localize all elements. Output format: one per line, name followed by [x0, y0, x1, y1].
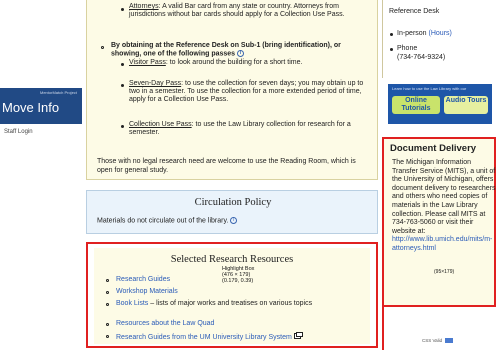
resource-um-library-guides-item: Research Guides from the UM University L…: [116, 332, 303, 342]
staff-login-link[interactable]: Staff Login: [4, 129, 33, 135]
attorneys-item: Attorneys: A valid Bar card from any sta…: [129, 3, 369, 19]
reading-room-note: Those with no legal research need are we…: [97, 158, 356, 174]
list-bullet: [121, 125, 124, 128]
research-resources-highlight: Selected Research Resources Research Gui…: [86, 242, 378, 348]
resource-um-library-guides[interactable]: Research Guides from the UM University L…: [116, 334, 292, 341]
list-bullet: [106, 335, 109, 338]
reference-desk-box: Reference Desk In-person (Hours) Phone (…: [382, 0, 496, 78]
circulation-title: Circulation Policy: [194, 197, 272, 208]
list-bullet: [106, 291, 109, 294]
circulation-text: Materials do not circulate out of the li…: [97, 217, 229, 225]
list-bullet: [101, 46, 104, 49]
attorneys-text: : A valid Bar card from any state or cou…: [129, 3, 345, 19]
banner-text: Move Info: [2, 100, 60, 115]
resource-book-lists-item: Book Lists – lists of major works and tr…: [116, 300, 368, 308]
badge-icon: [445, 338, 454, 344]
info-icon[interactable]: i: [237, 50, 245, 58]
obtain-text: By obtaining at the Reference Desk on Su…: [111, 42, 341, 58]
list-bullet: [121, 84, 124, 87]
highlight-position: (0.179, 0.39): [222, 278, 254, 284]
online-tutorials-button[interactable]: Online Tutorials: [392, 96, 440, 114]
collection-pass-link[interactable]: Collection Use Pass: [129, 121, 192, 128]
mits-website-link[interactable]: http://www.lib.umich.edu/mits/m-attorney…: [392, 236, 492, 252]
highlight-border-segment: [382, 307, 384, 350]
list-bullet: [390, 48, 393, 51]
obtain-item: By obtaining at the Reference Desk on Su…: [111, 42, 373, 59]
phone-row: Phone (734-764-9324): [397, 45, 445, 62]
phone-label: Phone: [397, 45, 418, 52]
list-bullet: [106, 323, 109, 326]
reference-title: Reference Desk: [389, 8, 440, 15]
footer-text: CSS Valid: [422, 338, 443, 343]
footer-badge: CSS Valid: [422, 338, 454, 344]
visitor-pass-item: Visitor Pass: to look around the buildin…: [129, 59, 369, 67]
main-column: Attorneys: A valid Bar card from any sta…: [86, 0, 378, 350]
move-info-banner[interactable]: MentorMatch Project Move Info: [0, 88, 82, 124]
resource-law-quad[interactable]: Resources about the Law Quad: [116, 320, 214, 328]
right-column: Reference Desk In-person (Hours) Phone (…: [382, 0, 496, 350]
banner-caption: Learn how to use the Law Library with ou…: [392, 86, 467, 91]
list-bullet: [121, 63, 124, 66]
document-delivery-title: Document Delivery: [390, 143, 477, 154]
circulation-text-row: Materials do not circulate out of the li…: [97, 217, 238, 225]
circulation-policy-box: Circulation Policy Materials do not circ…: [86, 190, 378, 234]
list-bullet: [390, 33, 393, 36]
seven-day-pass-item: Seven-Day Pass: to use the collection fo…: [129, 80, 369, 105]
hours-link[interactable]: (Hours): [429, 30, 452, 37]
list-bullet: [106, 303, 109, 306]
visitor-pass-link[interactable]: Visitor Pass: [129, 59, 166, 66]
left-column: MentorMatch Project Move Info Staff Logi…: [0, 0, 82, 350]
list-bullet: [121, 8, 124, 11]
delivery-text: The Michigan Information Transfer Servic…: [392, 159, 496, 235]
resources-title: Selected Research Resources: [170, 254, 294, 265]
resource-research-guides[interactable]: Research Guides: [116, 276, 170, 284]
highlight-box-annotation: Highlight Box (476 × 179) (0.179, 0.39): [222, 266, 254, 284]
info-icon[interactable]: i: [230, 217, 238, 224]
seven-day-pass-link[interactable]: Seven-Day Pass: [129, 80, 181, 87]
external-window-icon[interactable]: [293, 332, 303, 342]
phone-number: (734-764-9324): [397, 53, 446, 61]
banner-small-text: MentorMatch Project: [40, 90, 77, 95]
in-person-row: In-person (Hours): [397, 30, 452, 37]
in-person-label: In-person: [397, 30, 427, 37]
document-delivery-body: The Michigan Information Transfer Servic…: [392, 159, 496, 254]
book-lists-description: – lists of major works and treatises on …: [148, 300, 313, 307]
document-delivery-highlight: Document Delivery The Michigan Informati…: [382, 137, 496, 307]
attorneys-link[interactable]: Attorneys: [129, 3, 159, 10]
tutorials-banner: Learn how to use the Law Library with ou…: [388, 84, 492, 124]
visitor-pass-text: : to look around the building for a shor…: [165, 59, 303, 66]
research-resources-panel: Selected Research Resources Research Gui…: [94, 248, 370, 344]
resource-workshop-materials[interactable]: Workshop Materials: [116, 288, 178, 296]
list-bullet: [106, 279, 109, 282]
collection-pass-item: Collection Use Pass: to use the Law Libr…: [129, 121, 369, 137]
audio-tours-button[interactable]: Audio Tours: [444, 96, 488, 114]
highlight-size-overlay: (95×179): [434, 269, 455, 275]
access-passes-box: Attorneys: A valid Bar card from any sta…: [86, 0, 378, 180]
resource-book-lists[interactable]: Book Lists: [116, 300, 148, 307]
